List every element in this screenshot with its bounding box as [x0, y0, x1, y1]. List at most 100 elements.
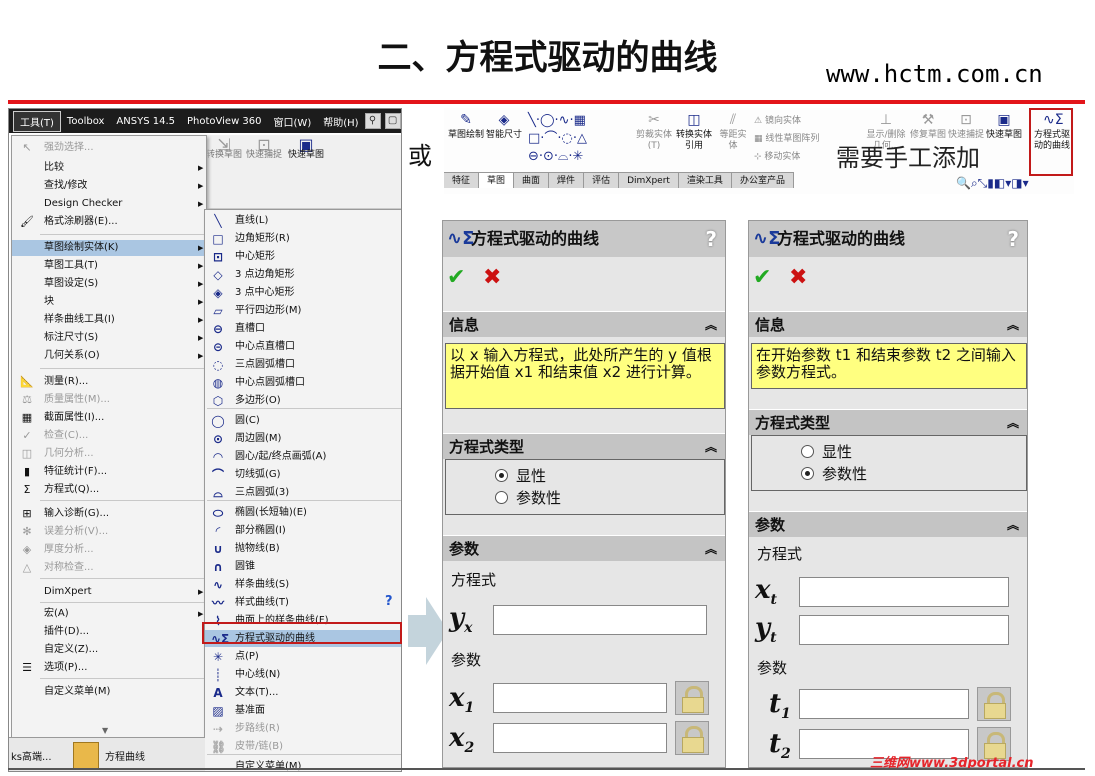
- tools-menu-item[interactable]: ◫ 几何分析...: [12, 446, 206, 462]
- tools-menu-item[interactable]: ▮ 特征统计(F)...: [12, 464, 206, 480]
- parameters-header[interactable]: 参数 ︽: [443, 535, 725, 561]
- tools-menu-item[interactable]: 查找/修改 ▶: [12, 178, 206, 194]
- t1-input[interactable]: [799, 689, 969, 719]
- sketch-entity-item[interactable]: A 文本(T)...: [205, 684, 401, 701]
- ok-check-icon[interactable]: ✔: [753, 265, 771, 290]
- new-document-icon[interactable]: ▢: [384, 113, 401, 129]
- sketch-entity-item[interactable]: ◜ 部分椭圆(I): [205, 522, 401, 539]
- sketch-entity-item[interactable]: ⌒ 切线弧(G): [205, 466, 401, 483]
- tools-menu-item[interactable]: 比较 ▶: [12, 160, 206, 176]
- linear-pattern[interactable]: ▦ 线性草图阵列: [754, 130, 819, 148]
- parameters-header[interactable]: 参数 ︽: [749, 511, 1027, 537]
- tools-menu-item[interactable]: 宏(A) ▶: [12, 606, 206, 622]
- sketch-entity-item[interactable]: ∿ 样条曲线(S): [205, 576, 401, 593]
- radio-explicit[interactable]: 显性: [801, 443, 852, 461]
- sketch-button[interactable]: ✎ 草图绘制: [448, 112, 484, 141]
- sketch-entity-item[interactable]: ◯ 圆(C): [205, 412, 401, 429]
- sketch-entity-item[interactable]: ∩ 圆锥: [205, 558, 401, 575]
- menu-window[interactable]: 窗口(W): [268, 112, 318, 131]
- tools-menu-item[interactable]: 块 ▶: [12, 294, 206, 310]
- tools-menu-item[interactable]: ⚖ 质量属性(M)...: [12, 392, 206, 408]
- tools-menu-item[interactable]: 自定义(Z)...: [12, 642, 206, 658]
- sketch-entity-item[interactable]: ▨ 基准面: [205, 702, 401, 719]
- equation-type-header[interactable]: 方程式类型 ︽: [443, 433, 725, 459]
- quick-snap-button[interactable]: ⊡ 快速捕捉: [244, 137, 284, 161]
- cancel-x-icon[interactable]: ✖: [483, 265, 501, 290]
- tools-menu-item[interactable]: 📐 测量(R)...: [12, 374, 206, 390]
- sketch-entity-item[interactable]: ⛓ 皮带/链(B): [205, 738, 401, 755]
- pin-icon[interactable]: ⚲: [364, 113, 381, 129]
- tools-menu-item[interactable]: 草图工具(T) ▶: [12, 258, 206, 274]
- tools-menu-item[interactable]: △ 对称检查...: [12, 560, 206, 576]
- radio-button-selected[interactable]: [801, 467, 814, 480]
- command-tab[interactable]: 曲面: [514, 173, 550, 188]
- quick-sketch-button[interactable]: ▣ 快速草图: [286, 137, 326, 161]
- command-tab[interactable]: 焊件: [549, 173, 585, 188]
- radio-button-selected[interactable]: [495, 469, 508, 482]
- command-tab[interactable]: 特征: [444, 173, 480, 188]
- tools-menu-item[interactable]: ✻ 误差分析(V)...: [12, 524, 206, 540]
- sketch-entity-item[interactable]: ◠ 圆心/起/终点画弧(A): [205, 448, 401, 465]
- sketch-entity-grid[interactable]: ╲·◯·∿·▦ □·⌒·◌·△ ⊖·⊙·⌓·✳: [528, 112, 628, 170]
- radio-explicit[interactable]: 显性: [495, 467, 546, 485]
- x2-input[interactable]: [493, 723, 667, 753]
- menu-ansys[interactable]: ANSYS 14.5: [110, 114, 181, 129]
- command-tab[interactable]: DimXpert: [619, 173, 679, 188]
- tools-menu-item[interactable]: ✓ 检查(C)...: [12, 428, 206, 444]
- mirror-entities[interactable]: ⚠ 镜向实体: [754, 112, 819, 130]
- help-icon[interactable]: ?: [385, 594, 393, 609]
- taskbar-item-2[interactable]: 方程曲线: [105, 748, 145, 763]
- menu-help[interactable]: 帮助(H): [317, 112, 364, 131]
- collapse-chevron-icon[interactable]: ︽: [1007, 512, 1019, 538]
- radio-button[interactable]: [801, 445, 814, 458]
- view-tools-icons[interactable]: 🔍⌕⤡▮◧▾◨▾: [956, 176, 1029, 191]
- quick-sketch-ribbon-button[interactable]: ▣ 快速草图: [986, 112, 1022, 141]
- sketch-entity-item[interactable]: ⌓ 三点圆弧(3): [205, 484, 401, 501]
- collapse-chevron-icon[interactable]: ︽: [705, 536, 717, 562]
- tools-menu-item[interactable]: 标注尺寸(S) ▶: [12, 330, 206, 346]
- trim-button[interactable]: ✂ 剪裁实体(T): [636, 112, 672, 152]
- info-section-header[interactable]: 信息 ︽: [749, 311, 1027, 337]
- sketch-entity-item[interactable]: ╲ 直线(L): [205, 212, 401, 229]
- collapse-chevron-icon[interactable]: ︽: [705, 434, 717, 460]
- radio-button[interactable]: [495, 491, 508, 504]
- repair-sketch-button[interactable]: ⚒ 修复草图: [910, 112, 946, 141]
- menu-toolbox[interactable]: Toolbox: [61, 114, 111, 129]
- tools-menu-item[interactable]: 草图绘制实体(K) ▶: [12, 240, 206, 256]
- command-tab[interactable]: 办公室产品: [732, 173, 794, 188]
- radio-parametric[interactable]: 参数性: [495, 489, 561, 507]
- tools-menu-item[interactable]: ◈ 厚度分析...: [12, 542, 206, 558]
- radio-parametric[interactable]: 参数性: [801, 465, 867, 483]
- lock-icon[interactable]: [977, 687, 1011, 721]
- yx-equation-input[interactable]: [493, 605, 707, 635]
- tools-menu-item[interactable]: DimXpert ▶: [12, 584, 206, 600]
- cancel-x-icon[interactable]: ✖: [789, 265, 807, 290]
- offset-button[interactable]: ⫽ 等距实体: [716, 112, 750, 152]
- command-tab[interactable]: 渲染工具: [679, 173, 732, 188]
- sketch-entity-item[interactable]: ⊝ 中心点直槽口: [205, 338, 401, 355]
- sketch-entity-item[interactable]: 〰样式曲线(T): [205, 594, 401, 611]
- sketch-entity-item[interactable]: ⬭ 椭圆(长短轴)(E): [205, 504, 401, 521]
- x1-input[interactable]: [493, 683, 667, 713]
- command-tab[interactable]: 草图: [479, 173, 515, 188]
- sketch-entity-item[interactable]: ◌ 三点圆弧槽口: [205, 356, 401, 373]
- sketch-entity-item[interactable]: ∪ 抛物线(B): [205, 540, 401, 557]
- tools-menu-item[interactable]: 自定义菜单(M): [12, 684, 206, 700]
- tools-menu-item[interactable]: ☰ 选项(P)...: [12, 660, 206, 676]
- lock-icon[interactable]: [675, 721, 709, 755]
- move-entities[interactable]: ⊹ 移动实体: [754, 148, 819, 166]
- tools-menu-item[interactable]: 样条曲线工具(I) ▶: [12, 312, 206, 328]
- collapse-chevron-icon[interactable]: ︽: [1007, 410, 1019, 436]
- tools-menu-item[interactable]: 几何关系(O) ▶: [12, 348, 206, 364]
- sketch-entity-item[interactable]: ◈ 3 点中心矩形: [205, 284, 401, 301]
- tools-menu-item[interactable]: ▦ 截面属性(I)...: [12, 410, 206, 426]
- mirror-pattern-move-group[interactable]: ⚠ 镜向实体 ▦ 线性草图阵列 ⊹ 移动实体: [754, 112, 819, 166]
- command-tab[interactable]: 评估: [584, 173, 620, 188]
- sketch-entity-item[interactable]: ⬡ 多边形(O): [205, 392, 401, 409]
- equation-type-header[interactable]: 方程式类型 ︽: [749, 409, 1027, 435]
- taskbar-item-1[interactable]: ks高端...: [11, 748, 52, 763]
- sketch-entity-item[interactable]: ⇢ 步路线(R): [205, 720, 401, 737]
- tools-menu-item[interactable]: 🖌 格式涂刷器(E)...: [12, 214, 206, 230]
- smart-dimension-button[interactable]: ◈ 智能尺寸: [486, 112, 522, 141]
- sketch-entity-item[interactable]: ◇ 3 点边角矩形: [205, 266, 401, 283]
